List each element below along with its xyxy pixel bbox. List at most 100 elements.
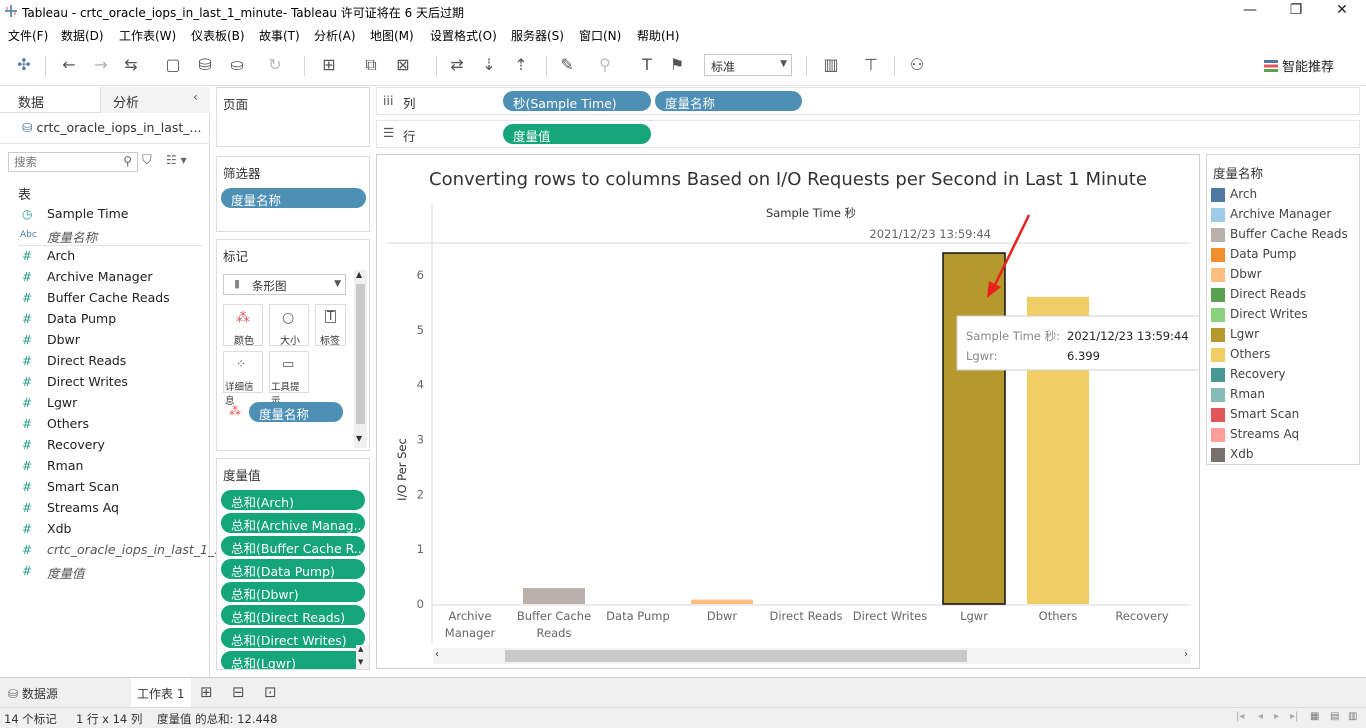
- field-item[interactable]: # Buffer Cache Reads: [0, 288, 208, 309]
- legend-item[interactable]: Data Pump: [1211, 245, 1359, 265]
- replay-icon[interactable]: ⇆: [120, 54, 142, 76]
- horizontal-scrollbar[interactable]: ‹ ›: [433, 648, 1191, 664]
- scroll-up-icon[interactable]: ▲: [356, 270, 362, 279]
- tab-data[interactable]: 数据: [18, 92, 44, 111]
- show-labels-icon[interactable]: T: [636, 54, 658, 76]
- marks-scrollbar[interactable]: ▲ ▼: [354, 270, 367, 448]
- menu-server[interactable]: 服务器(S): [511, 27, 564, 44]
- legend-item[interactable]: Buffer Cache Reads: [1211, 225, 1359, 245]
- highlight-icon[interactable]: ✎: [556, 54, 578, 76]
- menu-file[interactable]: 文件(F): [8, 27, 48, 44]
- new-worksheet-icon[interactable]: ⊞: [318, 54, 340, 76]
- legend-item[interactable]: Others: [1211, 345, 1359, 365]
- menu-data[interactable]: 数据(D): [61, 27, 104, 44]
- collapse-icon[interactable]: ‹: [193, 90, 198, 104]
- legend-item[interactable]: Xdb: [1211, 445, 1359, 465]
- scroll-down-icon[interactable]: ▼: [358, 658, 363, 666]
- menu-window[interactable]: 窗口(N): [579, 27, 621, 44]
- measure-value-pill[interactable]: 总和(Direct Reads): [221, 605, 365, 625]
- legend-item[interactable]: Arch: [1211, 185, 1359, 205]
- menu-map[interactable]: 地图(M): [370, 27, 414, 44]
- field-item[interactable]: # Data Pump: [0, 309, 208, 330]
- columns-shelf[interactable]: iii 列 秒(Sample Time) 度量名称: [376, 87, 1360, 115]
- measure-value-pill[interactable]: 总和(Direct Writes): [221, 628, 365, 648]
- legend-item[interactable]: Lgwr: [1211, 325, 1359, 345]
- filmstrip-icon[interactable]: ▥: [1348, 711, 1357, 722]
- measure-value-pill[interactable]: 总和(Lgwr): [221, 651, 365, 669]
- marks-pill[interactable]: 度量名称: [249, 402, 343, 422]
- field-item[interactable]: # Direct Reads: [0, 351, 208, 372]
- minimize-button[interactable]: —: [1240, 2, 1260, 20]
- sort-descending-icon[interactable]: ⇡: [510, 54, 532, 76]
- grid-view-icon[interactable]: ▦: [1310, 711, 1319, 722]
- group-icon[interactable]: ⚲: [594, 54, 616, 76]
- sort-ascending-icon[interactable]: ⇣: [478, 54, 500, 76]
- field-item[interactable]: # crtc_oracle_iops_in_last_1_...: [0, 540, 226, 561]
- scroll-left-icon[interactable]: ‹: [435, 649, 439, 660]
- datasource-item[interactable]: ⛁ crtc_oracle_iops_in_last_...: [22, 120, 201, 135]
- tableau-home-icon[interactable]: ✣: [13, 54, 35, 76]
- legend-item[interactable]: Direct Reads: [1211, 285, 1359, 305]
- menu-dashboard[interactable]: 仪表板(B): [191, 27, 245, 44]
- field-item[interactable]: # Archive Manager: [0, 267, 208, 288]
- clear-sheet-icon[interactable]: ⊠: [392, 54, 414, 76]
- color-button[interactable]: ⁂ 颜色: [223, 304, 263, 347]
- measure-value-pill[interactable]: 总和(Dbwr): [221, 582, 365, 602]
- mark-type-select[interactable]: ▮ 条形图 ▼: [223, 274, 346, 295]
- filter-icon[interactable]: ⛉: [142, 153, 152, 168]
- fit-select[interactable]: 标准 ▼: [704, 54, 792, 76]
- field-item[interactable]: # Dbwr: [0, 330, 208, 351]
- undo-icon[interactable]: ←: [58, 54, 80, 76]
- fix-axes-icon[interactable]: ⚑: [666, 54, 688, 76]
- refresh-icon[interactable]: ↻: [264, 54, 286, 76]
- field-item[interactable]: # Direct Writes: [0, 372, 208, 393]
- measure-value-pill[interactable]: 总和(Data Pump): [221, 559, 365, 579]
- legend-item[interactable]: Dbwr: [1211, 265, 1359, 285]
- sheet-tab[interactable]: 工作表 1: [131, 678, 191, 707]
- legend-item[interactable]: Archive Manager: [1211, 205, 1359, 225]
- field-item[interactable]: # Xdb: [0, 519, 208, 540]
- legend-item[interactable]: Recovery: [1211, 365, 1359, 385]
- show-me-button[interactable]: 智能推荐: [1264, 56, 1334, 75]
- size-button[interactable]: ○ 大小: [269, 304, 309, 347]
- detail-button[interactable]: ⁘ 详细信息: [223, 351, 263, 407]
- new-dashboard-tab-icon[interactable]: ⊟: [232, 683, 245, 701]
- menu-worksheet[interactable]: 工作表(W): [119, 27, 176, 44]
- field-item[interactable]: # Streams Aq: [0, 498, 208, 519]
- duplicate-sheet-icon[interactable]: ⧉: [360, 54, 382, 76]
- new-worksheet-tab-icon[interactable]: ⊞: [200, 683, 213, 701]
- view-options-icon[interactable]: ☷ ▾: [166, 153, 187, 167]
- scroll-down-icon[interactable]: ▼: [356, 434, 362, 443]
- field-item[interactable]: # Recovery: [0, 435, 208, 456]
- field-item[interactable]: # Others: [0, 414, 208, 435]
- measure-value-pill[interactable]: 总和(Archive Manag..: [221, 513, 365, 533]
- measure-values-scrollbar[interactable]: ▲ ▼: [356, 645, 369, 669]
- tooltip-button[interactable]: ▭ 工具提示: [269, 351, 309, 407]
- search-input[interactable]: [9, 153, 109, 171]
- close-button[interactable]: ✕: [1332, 2, 1352, 20]
- menu-format[interactable]: 设置格式(O): [430, 27, 497, 44]
- show-cards-icon[interactable]: ▥: [820, 54, 842, 76]
- nav-prev-icon[interactable]: ◂: [1258, 711, 1263, 722]
- menu-story[interactable]: 故事(T): [259, 27, 300, 44]
- legend-item[interactable]: Smart Scan: [1211, 405, 1359, 425]
- nav-first-icon[interactable]: |◂: [1236, 711, 1244, 722]
- label-button[interactable]: T 标签: [315, 304, 346, 347]
- list-view-icon[interactable]: ▤: [1330, 711, 1339, 722]
- worksheet-view[interactable]: Converting rows to columns Based on I/O …: [376, 154, 1200, 669]
- nav-last-icon[interactable]: ▸|: [1290, 711, 1298, 722]
- swap-icon[interactable]: ⇄: [446, 54, 468, 76]
- presentation-mode-icon[interactable]: ⊤: [860, 54, 882, 76]
- field-item[interactable]: # Rman: [0, 456, 208, 477]
- legend-item[interactable]: Rman: [1211, 385, 1359, 405]
- tab-analysis[interactable]: 分析 ‹: [100, 87, 210, 113]
- menu-help[interactable]: 帮助(H): [637, 27, 679, 44]
- menu-analysis[interactable]: 分析(A): [314, 27, 356, 44]
- new-datasource-icon[interactable]: ⛁: [194, 54, 216, 76]
- share-icon[interactable]: ⚇: [906, 54, 928, 76]
- datasource-tab[interactable]: ⛁ 数据源: [8, 685, 58, 702]
- field-item[interactable]: # Arch: [0, 246, 208, 267]
- rows-pill-measure-values[interactable]: 度量值: [503, 124, 651, 144]
- horizontal-scroll-thumb[interactable]: [505, 650, 967, 662]
- save-icon[interactable]: ▢: [162, 54, 184, 76]
